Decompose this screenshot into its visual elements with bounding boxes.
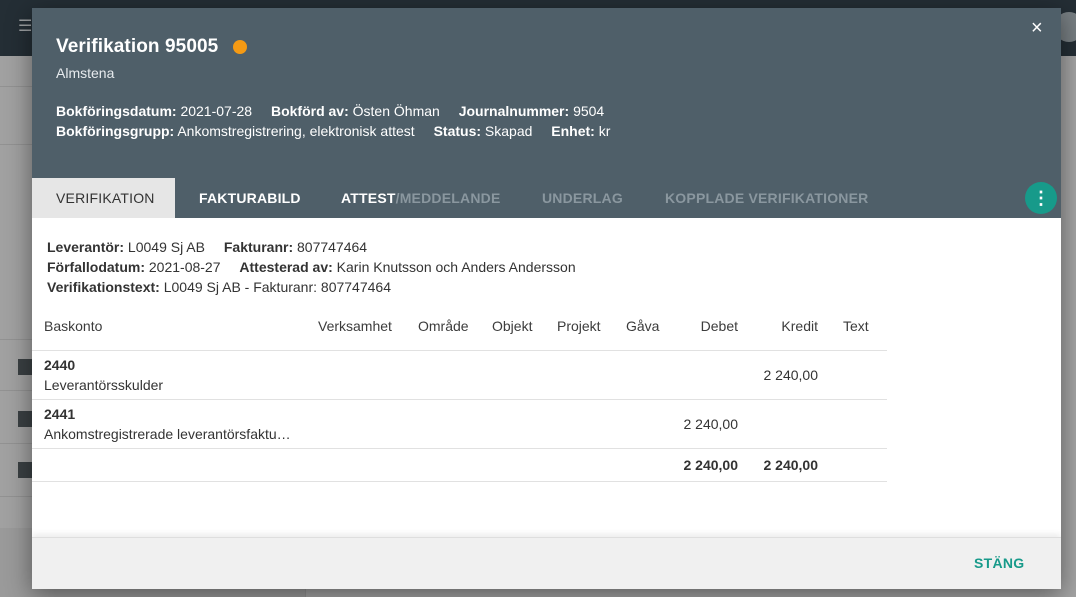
tab-fakturabild[interactable]: Fakturabild xyxy=(199,178,301,218)
dialog-subtitle: Almstena xyxy=(56,65,115,81)
more-options-icon[interactable]: ⋮ xyxy=(1025,182,1057,214)
verification-dialog: Verifikation 95005 Almstena × Bokförings… xyxy=(32,8,1061,589)
tab-attest-meddelande[interactable]: Attest/Meddelande xyxy=(341,178,500,218)
tab-bar: Verifikation Fakturabild Attest/Meddelan… xyxy=(32,178,1061,218)
meta-value: 9504 xyxy=(573,103,605,119)
meta-label: Status: xyxy=(433,123,482,139)
account-name: Ankomstregistrerade leverantörsfaktu… xyxy=(44,426,291,442)
account-number: 2441 xyxy=(44,406,76,422)
tab-attest-label: Attest xyxy=(341,190,396,206)
meta-value: Östen Öhman xyxy=(352,103,440,119)
meta-row-2: Bokföringsgrupp: Ankomstregistrering, el… xyxy=(56,123,610,139)
total-kredit: 2 240,00 xyxy=(763,457,819,473)
info-label: Leverantör: xyxy=(47,239,125,255)
tab-underlag[interactable]: Underlag xyxy=(542,178,623,218)
info-row-3: Verifikationstext: L0049 Sj AB - Faktura… xyxy=(47,279,391,295)
column-header-debet[interactable]: Debet xyxy=(652,318,738,334)
status-dot-icon xyxy=(233,40,247,54)
meta-label: Enhet: xyxy=(551,123,595,139)
row-divider xyxy=(32,350,887,351)
close-icon[interactable]: × xyxy=(1031,18,1043,38)
info-label: Verifikationstext: xyxy=(47,279,160,295)
info-row-1: Leverantör: L0049 Sj AB Fakturanr: 80774… xyxy=(47,239,367,255)
info-value: 807747464 xyxy=(297,239,368,255)
info-value: L0049 Sj AB - Fakturanr: 807747464 xyxy=(163,279,391,295)
column-header-text[interactable]: Text xyxy=(843,318,869,334)
info-label: Fakturanr: xyxy=(223,239,294,255)
dialog-footer: STÄNG xyxy=(32,537,1061,589)
column-header-projekt[interactable]: Projekt xyxy=(557,318,601,334)
account-name: Leverantörsskulder xyxy=(44,377,164,393)
debet-value: 2 240,00 xyxy=(683,416,739,432)
account-number: 2440 xyxy=(44,357,76,373)
meta-value: Ankomstregistrering, elektronisk attest xyxy=(177,123,415,139)
info-value: Karin Knutsson och Anders Andersson xyxy=(336,259,576,275)
info-value: L0049 Sj AB xyxy=(127,239,205,255)
kredit-value: 2 240,00 xyxy=(763,367,819,383)
meta-value: 2021-07-28 xyxy=(180,103,253,119)
meta-label: Bokförd av: xyxy=(270,103,349,119)
meta-label: Bokföringsgrupp: xyxy=(56,123,175,139)
meta-label: Bokföringsdatum: xyxy=(56,103,177,119)
tab-verifikation[interactable]: Verifikation xyxy=(32,178,175,218)
info-row-2: Förfallodatum: 2021-08-27 Attesterad av:… xyxy=(47,259,576,275)
column-header-omrade[interactable]: Område xyxy=(418,318,469,334)
meta-row-1: Bokföringsdatum: 2021-07-28 Bokförd av: … xyxy=(56,103,604,119)
row-divider xyxy=(32,448,887,449)
column-header-baskonto[interactable]: Baskonto xyxy=(44,318,102,334)
tab-meddelande-label: /Meddelande xyxy=(395,190,501,206)
info-label: Attesterad av: xyxy=(239,259,333,275)
info-value: 2021-08-27 xyxy=(148,259,221,275)
dialog-header: Verifikation 95005 Almstena × Bokförings… xyxy=(32,8,1061,178)
total-debet: 2 240,00 xyxy=(683,457,739,473)
info-label: Förfallodatum: xyxy=(47,259,145,275)
tab-kopplade-verifikationer[interactable]: Kopplade verifikationer xyxy=(665,178,868,218)
column-header-verksamhet[interactable]: Verksamhet xyxy=(318,318,392,334)
dialog-title: Verifikation 95005 xyxy=(56,36,219,57)
column-header-kredit[interactable]: Kredit xyxy=(732,318,818,334)
row-divider xyxy=(32,399,887,400)
row-divider xyxy=(32,481,887,482)
meta-label: Journalnummer: xyxy=(458,103,570,119)
meta-value: kr xyxy=(598,123,611,139)
close-button[interactable]: STÄNG xyxy=(974,555,1025,571)
column-header-objekt[interactable]: Objekt xyxy=(492,318,532,334)
meta-value: Skapad xyxy=(484,123,533,139)
